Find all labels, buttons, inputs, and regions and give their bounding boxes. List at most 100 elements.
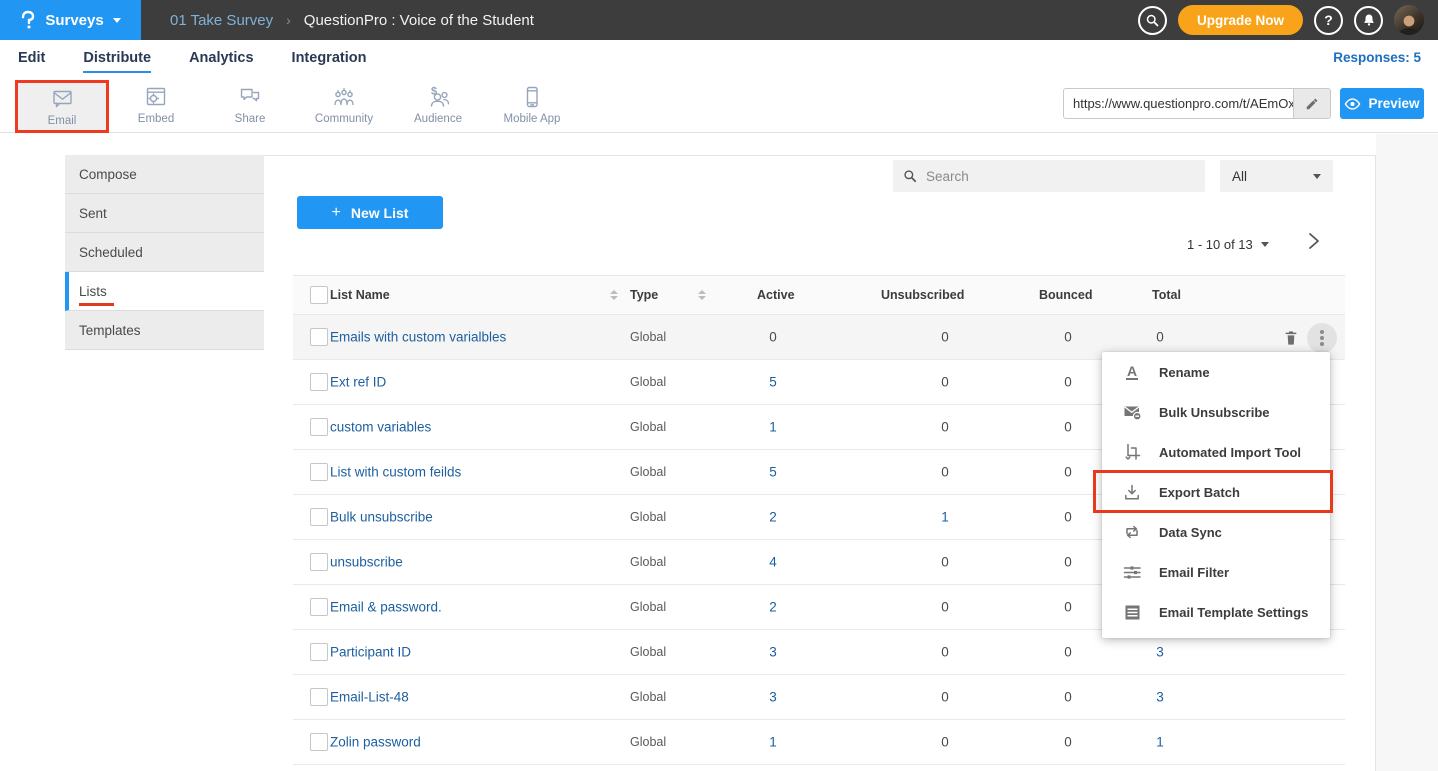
menu-item-automated-import-tool[interactable]: Automated Import Tool [1102,432,1330,472]
tab-analytics[interactable]: Analytics [189,43,253,73]
column-header-type[interactable]: Type [630,288,658,302]
bounced-count[interactable]: 0 [1035,735,1101,750]
active-count[interactable]: 2 [740,600,806,615]
search-button[interactable] [1138,6,1167,35]
sidebar-item-scheduled[interactable]: Scheduled [65,233,264,272]
total-count[interactable]: 3 [1127,645,1193,660]
unsubscribed-count[interactable]: 0 [912,735,978,750]
more-options-button[interactable] [1307,323,1337,353]
menu-item-email-filter[interactable]: Email Filter [1102,552,1330,592]
row-checkbox[interactable] [310,418,328,436]
responses-count[interactable]: Responses: 5 [1333,50,1421,65]
channel-audience[interactable]: $ Audience [391,76,485,133]
bounced-count[interactable]: 0 [1035,465,1101,480]
upgrade-now-button[interactable]: Upgrade Now [1178,5,1303,35]
active-count[interactable]: 0 [740,330,806,345]
list-name-link[interactable]: Email-List-48 [330,690,409,705]
total-count[interactable]: 3 [1127,690,1193,705]
channel-embed[interactable]: Embed [109,76,203,133]
list-name-link[interactable]: Bulk unsubscribe [330,510,433,525]
unsubscribed-count[interactable]: 0 [912,555,978,570]
sidebar-item-lists[interactable]: Lists [65,272,264,311]
row-checkbox[interactable] [310,508,328,526]
menu-item-data-sync[interactable]: Data Sync [1102,512,1330,552]
total-count[interactable]: 1 [1127,735,1193,750]
column-header-list-name[interactable]: List Name [330,288,390,302]
help-button[interactable]: ? [1314,6,1343,35]
bounced-count[interactable]: 0 [1035,375,1101,390]
active-count[interactable]: 3 [740,690,806,705]
sidebar-item-templates[interactable]: Templates [65,311,264,350]
tab-integration[interactable]: Integration [292,43,367,73]
active-count[interactable]: 1 [740,420,806,435]
preview-button[interactable]: Preview [1340,88,1424,119]
menu-item-export-batch[interactable]: Export Batch [1102,472,1330,512]
unsubscribed-count[interactable]: 0 [912,465,978,480]
unsubscribed-count[interactable]: 0 [912,375,978,390]
menu-item-bulk-unsubscribe[interactable]: Bulk Unsubscribe [1102,392,1330,432]
row-checkbox[interactable] [310,373,328,391]
unsubscribed-count[interactable]: 0 [912,690,978,705]
active-count[interactable]: 4 [740,555,806,570]
new-list-button[interactable]: + New List [297,196,443,229]
notifications-button[interactable] [1354,6,1383,35]
avatar[interactable] [1394,5,1424,35]
row-checkbox[interactable] [310,688,328,706]
unsubscribed-count[interactable]: 0 [912,330,978,345]
sidebar-item-compose[interactable]: Compose [65,155,264,194]
new-list-label: New List [351,205,409,221]
channel-email[interactable]: Email [15,80,109,133]
row-checkbox[interactable] [310,463,328,481]
sort-icon[interactable] [698,290,706,300]
bounced-count[interactable]: 0 [1035,330,1101,345]
list-name-link[interactable]: Ext ref ID [330,375,386,390]
bounced-count[interactable]: 0 [1035,555,1101,570]
list-name-link[interactable]: Zolin password [330,735,421,750]
sidebar-item-sent[interactable]: Sent [65,194,264,233]
next-page-button[interactable] [1306,232,1321,255]
unsubscribed-count[interactable]: 0 [912,645,978,660]
bounced-count[interactable]: 0 [1035,510,1101,525]
bounced-count[interactable]: 0 [1035,420,1101,435]
row-checkbox[interactable] [310,733,328,751]
active-count[interactable]: 2 [740,510,806,525]
active-count[interactable]: 1 [740,735,806,750]
bounced-count[interactable]: 0 [1035,690,1101,705]
row-checkbox[interactable] [310,553,328,571]
unsubscribed-count[interactable]: 1 [912,510,978,525]
list-name-link[interactable]: custom variables [330,420,431,435]
list-name-link[interactable]: Email & password. [330,600,442,615]
active-count[interactable]: 3 [740,645,806,660]
channel-mobile-app[interactable]: Mobile App [485,76,579,133]
unsubscribed-count[interactable]: 0 [912,420,978,435]
row-checkbox[interactable] [310,643,328,661]
bounced-count[interactable]: 0 [1035,645,1101,660]
pagination-dropdown[interactable]: 1 - 10 of 13 [1187,237,1269,252]
total-count[interactable]: 0 [1127,330,1193,345]
row-checkbox[interactable] [310,328,328,346]
unsubscribed-count[interactable]: 0 [912,600,978,615]
search-input[interactable] [926,169,1195,184]
list-filter-dropdown[interactable]: All [1220,160,1333,192]
tab-distribute[interactable]: Distribute [83,43,151,73]
active-count[interactable]: 5 [740,375,806,390]
menu-item-rename[interactable]: A Rename [1102,352,1330,392]
channel-community[interactable]: Community [297,76,391,133]
sort-icon[interactable] [610,290,618,300]
list-name-link[interactable]: Participant ID [330,645,411,660]
surveys-menu[interactable]: Surveys [0,0,141,40]
channel-share[interactable]: Share [203,76,297,133]
menu-item-email-template-settings[interactable]: Email Template Settings [1102,592,1330,632]
list-name-link[interactable]: Emails with custom varialbles [330,330,506,345]
list-name-link[interactable]: List with custom feilds [330,465,461,480]
delete-list-button[interactable] [1283,329,1299,347]
row-checkbox[interactable] [310,598,328,616]
breadcrumb-survey-link[interactable]: 01 Take Survey [170,12,273,29]
edit-url-button[interactable] [1293,89,1330,118]
bounced-count[interactable]: 0 [1035,600,1101,615]
active-count[interactable]: 5 [740,465,806,480]
survey-url-text[interactable]: https://www.questionpro.com/t/AEmOx2 [1064,89,1293,118]
tab-edit[interactable]: Edit [18,43,45,73]
list-name-link[interactable]: unsubscribe [330,555,403,570]
select-all-checkbox[interactable] [310,286,328,304]
